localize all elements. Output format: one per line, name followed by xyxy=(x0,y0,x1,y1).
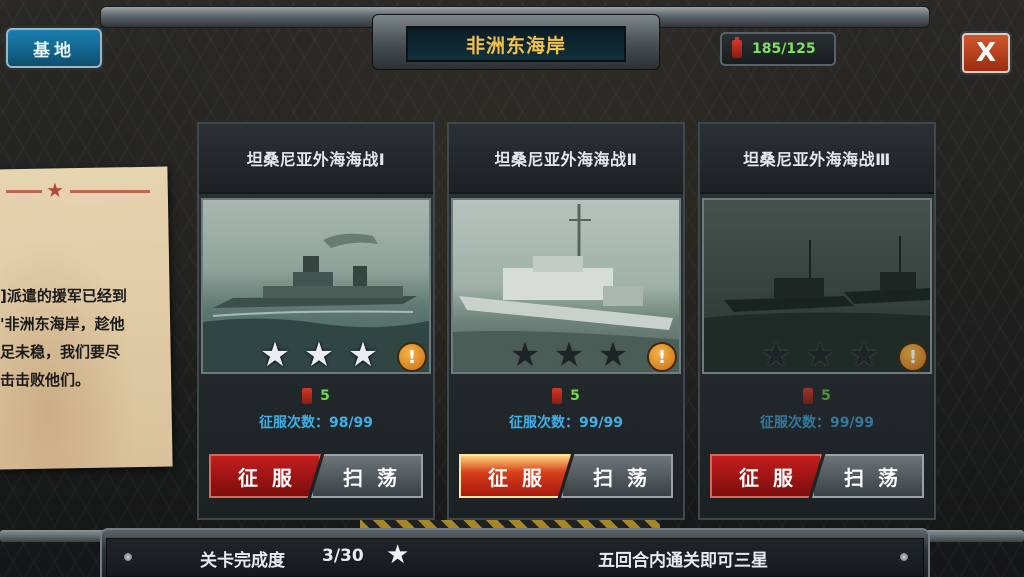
base-button[interactable]: 基地 xyxy=(6,28,102,68)
fuel-cost-value: 5 xyxy=(570,388,580,404)
stars-row: ★ ★ ★ xyxy=(257,338,381,372)
sweep-button[interactable]: 扫荡 xyxy=(561,454,673,498)
card-actions: 征服 扫荡 xyxy=(209,454,425,498)
info-alert-icon[interactable]: ! xyxy=(898,342,928,372)
fuel-cost: 5 xyxy=(700,388,934,404)
card-header: 坦桑尼亚外海海战Ⅰ xyxy=(199,124,433,194)
three-star-hint: 五回合内通关即可三星 xyxy=(598,551,768,571)
star-icon: ★ xyxy=(804,335,836,375)
stage-card-2[interactable]: 坦桑尼亚外海海战Ⅱ ★ ★ ★ ! 5 征服次数：99/99 征服 扫荡 xyxy=(447,122,685,520)
fuel-cost-value: 5 xyxy=(320,388,330,404)
conquer-count-value: 99/99 xyxy=(578,415,624,431)
briefing-text: ]派遣的援军已经到 '非洲东海岸，趁他 足未稳，我们要尽 击击败他们。 xyxy=(0,282,162,394)
star-icon: ★ xyxy=(597,335,629,375)
fuel-icon xyxy=(803,388,814,404)
info-alert-icon[interactable]: ! xyxy=(647,342,677,372)
conquer-button[interactable]: 征服 xyxy=(209,454,321,498)
conquer-count-label: 征服次数： xyxy=(759,415,830,431)
star-icon: ★ xyxy=(760,335,792,375)
close-button[interactable]: X xyxy=(962,33,1010,73)
stage-title: 坦桑尼亚外海海战Ⅲ xyxy=(743,150,891,169)
conquer-button[interactable]: 征服 xyxy=(710,454,822,498)
sweep-button[interactable]: 扫荡 xyxy=(812,454,924,498)
rivet xyxy=(124,553,132,561)
fuel-counter: 185/125 xyxy=(720,32,836,66)
bottom-rail-right xyxy=(914,530,1024,542)
conquer-button[interactable]: 征服 xyxy=(459,454,571,498)
card-actions: 征服 扫荡 xyxy=(710,454,926,498)
info-alert-icon[interactable]: ! xyxy=(397,342,427,372)
parchment-divider xyxy=(70,190,150,193)
star-icon: ★ xyxy=(848,335,880,375)
stage-title: 坦桑尼亚外海海战Ⅱ xyxy=(494,150,638,169)
top-frame: 非洲东海岸 xyxy=(0,0,1024,78)
card-header: 坦桑尼亚外海海战Ⅲ xyxy=(700,124,934,194)
star-icon: ★ xyxy=(303,335,335,375)
progress-label: 关卡完成度 xyxy=(200,551,285,571)
fuel-cost-value: 5 xyxy=(821,388,831,404)
stage-card-3[interactable]: 坦桑尼亚外海海战Ⅲ ★ ★ ★ ! 5 征服次数：99/99 征服 扫荡 xyxy=(698,122,936,520)
conquer-count: 征服次数：98/99 xyxy=(199,412,433,432)
rivet xyxy=(900,553,908,561)
close-icon: X xyxy=(975,38,997,68)
briefing-line: '非洲东海岸，趁他 xyxy=(0,315,125,333)
progress-value: 3/30 xyxy=(322,546,364,566)
fuel-icon xyxy=(732,37,742,58)
title-panel: 非洲东海岸 xyxy=(406,26,626,62)
sweep-button[interactable]: 扫荡 xyxy=(311,454,423,498)
briefing-line: 足未稳，我们要尽 xyxy=(0,343,121,361)
bottom-rail-left xyxy=(0,530,110,542)
fuel-value: 185/125 xyxy=(752,41,816,57)
fuel-cost: 5 xyxy=(449,388,683,404)
conquer-count-label: 征服次数： xyxy=(258,415,329,431)
star-icon: ★ xyxy=(386,540,410,570)
star-icon: ★ xyxy=(259,335,291,375)
conquer-count-value: 98/99 xyxy=(328,415,374,431)
stage-title: 坦桑尼亚外海海战Ⅰ xyxy=(246,150,386,169)
stars-row: ★ ★ ★ xyxy=(507,338,631,372)
stars-row: ★ ★ ★ xyxy=(758,338,882,372)
briefing-line: ]派遣的援军已经到 xyxy=(0,287,127,305)
parchment-divider xyxy=(6,190,42,193)
conquer-count-label: 征服次数： xyxy=(508,415,579,431)
conquer-count-value: 99/99 xyxy=(829,415,875,431)
fuel-icon xyxy=(552,388,563,404)
star-icon: ★ xyxy=(509,335,541,375)
star-icon: ★ xyxy=(553,335,585,375)
fuel-cost: 5 xyxy=(199,388,433,404)
card-actions: 征服 扫荡 xyxy=(459,454,675,498)
card-header: 坦桑尼亚外海海战Ⅱ xyxy=(449,124,683,194)
star-icon: ★ xyxy=(347,335,379,375)
stage-card-1[interactable]: 坦桑尼亚外海海战Ⅰ ★ ★ ★ ! 5 征服次数：98/99 征服 扫荡 xyxy=(197,122,435,520)
red-star-icon: ★ xyxy=(46,178,64,202)
conquer-count: 征服次数：99/99 xyxy=(449,412,683,432)
page-title: 非洲东海岸 xyxy=(465,34,566,57)
conquer-count: 征服次数：99/99 xyxy=(700,412,934,432)
fuel-icon xyxy=(302,388,313,404)
briefing-line: 击击败他们。 xyxy=(0,371,91,389)
